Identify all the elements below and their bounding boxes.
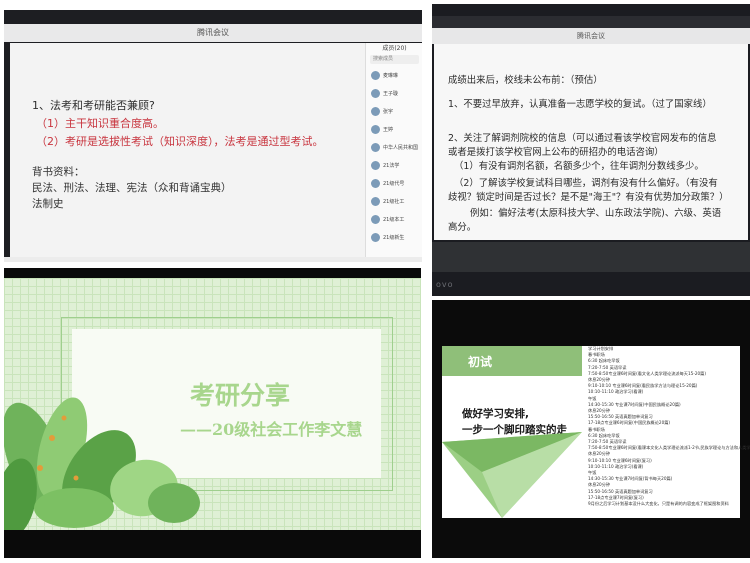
member-row[interactable]: 21级本工 (371, 213, 404, 225)
laptop-screenshot-panel: 腾讯会议 成绩出来后，校线未公布前：（预估） 1、不要过早放弃，认真准备一志愿学… (432, 4, 750, 296)
slide-point: 2、关注了解调剂院校的信息（可以通过看该学校官网发布的信息 (448, 133, 717, 144)
member-row[interactable]: 王婷 (371, 123, 393, 135)
window-title: 腾讯会议 (432, 28, 750, 44)
slide-note-heading: 背书资料： (32, 166, 85, 178)
slide-point: （2）了解该学校复试科目哪些，调剂有没有什么偏好。（有没有 (454, 178, 718, 189)
meeting-screenshot-panel: 腾讯会议 1、法考和考研能否兼顾? （1）主干知识重合度高。 （2）考研是选拔性… (4, 10, 422, 262)
paper-plane-icon (442, 432, 582, 518)
avatar (371, 232, 380, 242)
member-row[interactable]: 21级社工 (371, 195, 404, 207)
slide-heading: 1、法考和考研能否兼顾? (32, 99, 155, 112)
slide-point: 1、不要过早放弃，认真准备一志愿学校的复试。（过了国家线） (448, 99, 712, 110)
window-title: 腾讯会议 (4, 24, 422, 42)
section-band (442, 346, 582, 376)
slide-point: 高分。 (448, 222, 477, 233)
meeting-footer-bar (4, 257, 422, 262)
avatar (371, 160, 380, 170)
laptop-logo: ovo (436, 280, 454, 289)
member-row[interactable]: 王子璇 (371, 87, 398, 99)
member-list-header: 成员(20) (382, 45, 407, 52)
avatar (371, 124, 380, 134)
browser-tab-strip (432, 16, 750, 28)
member-row[interactable]: 21级代号 (371, 177, 404, 189)
avatar (371, 178, 380, 188)
slide-point: 歧视？锁定时间是否过长？是不是"海王"？有没有优势加分政策？） (448, 192, 729, 203)
member-row[interactable]: 21级新生 (371, 231, 404, 243)
shared-slide: 1、法考和考研能否兼顾? （1）主干知识重合度高。 （2）考研是选拔性考试（知识… (10, 43, 365, 257)
slide-point: （2）考研是选拔性考试（知识深度），法考是通过型考试。 (36, 135, 324, 148)
slide-note: 民法、刑法、法理、宪法（众和背诵宝典） (32, 182, 232, 194)
schedule-slide-panel: 初试 做好学习安排, 一步一个脚印踏实的走 学习计划安排 春书职场 6:30 起… (432, 300, 750, 558)
member-row[interactable]: 21法学 (371, 159, 399, 171)
slide-point: （1）有没有调剂名额，名额多少个，往年调剂分数线多少。 (454, 161, 704, 172)
leaf-decoration-icon (4, 397, 200, 530)
schedule-slide: 初试 做好学习安排, 一步一个脚印踏实的走 学习计划安排 春书职场 6:30 起… (442, 346, 750, 518)
schedule-line: 9月份之后学习计划基本没什么大变化，只是有调的内容变成了框架图和资料 (588, 501, 729, 507)
member-search-input[interactable]: 搜索成员 (370, 55, 419, 64)
slide-subtitle: ——20级社会工作李文慧 (180, 420, 363, 439)
avatar (371, 196, 380, 206)
avatar (371, 70, 380, 80)
slide-title: 考研分享 (190, 381, 291, 410)
member-row[interactable]: 麦琳琳 (371, 69, 398, 81)
slide-headline: 做好学习安排, (462, 408, 529, 420)
avatar (371, 88, 380, 98)
shared-slide: 成绩出来后，校线未公布前：（预估） 1、不要过早放弃，认真准备一志愿学校的复试。… (434, 44, 748, 240)
member-row[interactable]: 中华人民共和国 (371, 141, 418, 153)
slide-point: 例如：偏好法考(太原科技大学、山东政法学院)、六级、英语 (470, 208, 722, 219)
avatar (371, 106, 380, 116)
title-slide: 考研分享 ——20级社会工作李文慧 (4, 278, 421, 530)
slide-note: 法制史 (32, 198, 64, 210)
member-row[interactable]: 张宇 (371, 105, 393, 117)
taskbar (432, 242, 750, 272)
avatar (371, 214, 380, 224)
study-schedule: 学习计划安排 春书职场 6:30 起床吃早饭 7:20-7:50 英语早读 7:… (588, 346, 750, 507)
schedule-line: 7:50-8:50专业课6时间复(看课本文化人类学理论流派1-2节,民族学理论与… (588, 445, 750, 451)
slide-point: （1）主干知识重合度高。 (36, 117, 164, 130)
title-slide-panel: 考研分享 ——20级社会工作李文慧 (4, 268, 421, 558)
section-title: 初试 (468, 355, 493, 369)
avatar (371, 142, 380, 152)
slide-point: 或者是拨打该学校官网上公布的研招办的电话咨询） (448, 147, 664, 158)
slide-heading: 成绩出来后，校线未公布前：（预估） (448, 75, 603, 86)
member-list-panel: 成员(20) 搜索成员 麦琳琳 王子璇 张宇 王婷 中华人民共和国 21法学 2… (365, 43, 422, 257)
